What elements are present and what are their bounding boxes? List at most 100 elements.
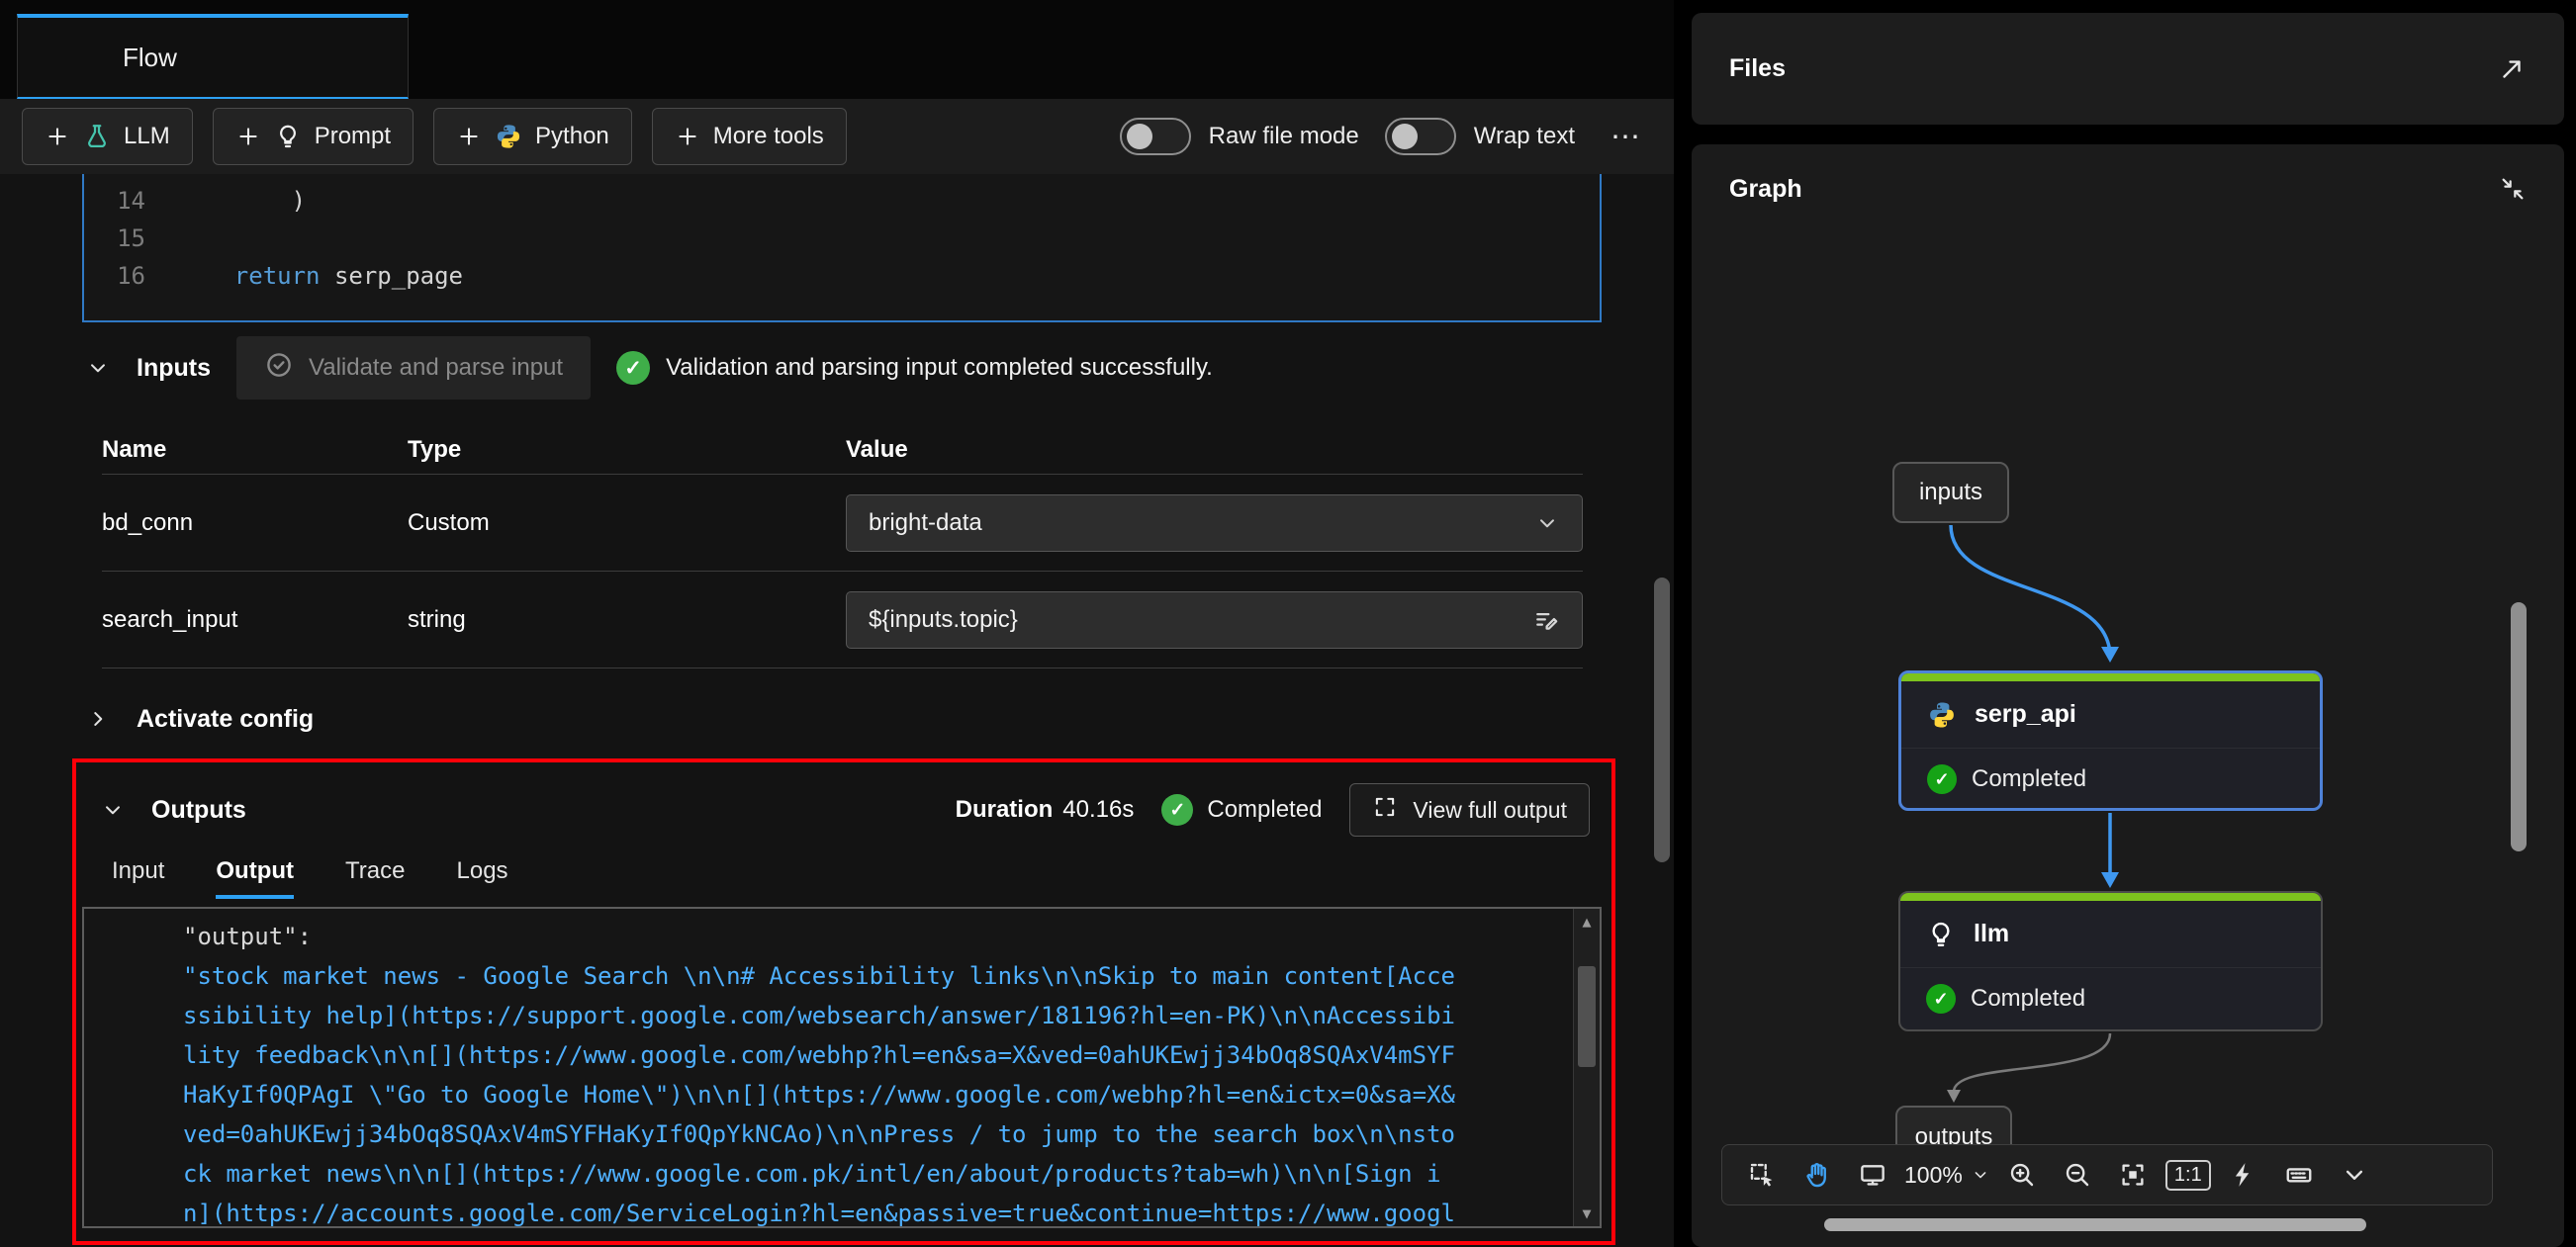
add-llm-button[interactable]: LLM — [22, 108, 193, 165]
search-input-input[interactable]: ${inputs.topic} — [846, 591, 1583, 649]
more-options-button[interactable]: ⋯ — [1601, 120, 1652, 154]
output-line: HaKyIf0QPAgI \"Go to Google Home\")\n\n[… — [183, 1075, 1540, 1114]
actual-size-label: 1:1 — [2165, 1160, 2211, 1191]
node-status-text: Completed — [1972, 765, 2086, 793]
tab-logs[interactable]: Logs — [457, 857, 508, 899]
main-scrollbar-thumb[interactable] — [1654, 578, 1670, 862]
table-header: NameTypeValue — [102, 425, 1583, 475]
activate-config-chevron — [85, 706, 111, 732]
raw-file-mode-group: Raw file mode — [1120, 118, 1359, 155]
toggle-knob — [1127, 124, 1152, 149]
scroll-up-icon[interactable]: ▲ — [1574, 913, 1600, 931]
tab-flow-label: Flow — [123, 43, 177, 73]
node-label: llm — [1974, 920, 2009, 948]
code-line: 16 return serp_page — [84, 257, 1600, 295]
completed-check-icon: ✓ — [1161, 794, 1193, 826]
line-number: 14 — [84, 182, 177, 220]
graph-node-serp-api[interactable]: serp_api ✓ Completed — [1898, 670, 2323, 811]
row-type: string — [408, 606, 846, 634]
zoom-in-button[interactable] — [1998, 1151, 2046, 1199]
activate-config-header[interactable]: Activate config — [85, 690, 314, 748]
raw-file-mode-toggle[interactable] — [1120, 118, 1191, 155]
outputs-chevron[interactable] — [100, 797, 126, 823]
app-root: Flow LLM Prompt Python More tools Raw file … — [0, 0, 2576, 1247]
expand-panel-icon[interactable] — [2497, 54, 2527, 84]
box-select-tool-button[interactable] — [1738, 1151, 1786, 1199]
validate-parse-input-button[interactable]: Validate and parse input — [236, 336, 591, 400]
tab-flow[interactable]: Flow — [17, 14, 409, 99]
zoom-out-icon — [2063, 1160, 2092, 1190]
output-viewer[interactable]: "output":"stock market news - Google Sea… — [82, 907, 1602, 1228]
success-check-icon: ✓ — [616, 351, 650, 385]
keyboard-icon — [2284, 1160, 2314, 1190]
graph-node-inputs[interactable]: inputs — [1892, 462, 2009, 523]
tab-input[interactable]: Input — [112, 857, 164, 899]
add-python-button[interactable]: Python — [433, 108, 632, 165]
tab-trace[interactable]: Trace — [345, 857, 405, 899]
chevron-down-icon — [100, 797, 126, 823]
activate-config-title: Activate config — [137, 705, 314, 734]
hand-tool-button[interactable] — [1794, 1151, 1841, 1199]
node-status-row: ✓ Completed — [1901, 749, 2320, 810]
python-icon — [1927, 700, 1957, 730]
main-scrollbar[interactable] — [1650, 99, 1674, 1247]
files-panel: Files — [1692, 13, 2564, 125]
files-title: Files — [1729, 54, 1786, 83]
graph-horizontal-scrollbar[interactable] — [1824, 1218, 2366, 1231]
plus-icon — [45, 124, 70, 149]
graph-node-llm[interactable]: llm ✓Completed — [1898, 891, 2323, 1031]
toggle-knob — [1392, 124, 1418, 149]
wrap-text-toggle[interactable] — [1385, 118, 1456, 155]
graph-canvas[interactable]: inputsserp_api✓Completedllm✓Completedout… — [1692, 144, 2564, 1247]
add-prompt-button[interactable]: Prompt — [213, 108, 414, 165]
zoom-level-select-label: 100% — [1904, 1162, 1963, 1189]
add-more-tools-button[interactable]: More tools — [652, 108, 847, 165]
inputs-chevron[interactable] — [85, 355, 111, 381]
duration-label: Duration — [956, 796, 1054, 823]
scrollbar-thumb[interactable] — [1578, 966, 1596, 1067]
bd-conn-dropdown[interactable]: bright-data — [846, 494, 1583, 552]
node-status-row: ✓Completed — [1900, 968, 2321, 1029]
code-editor[interactable]: 14 )1516 return serp_page — [82, 174, 1602, 322]
present-mode-button[interactable] — [1849, 1151, 1896, 1199]
pen-lines-icon — [1532, 606, 1560, 634]
outputs-section-highlighted: Outputs Duration40.16s ✓ Completed View … — [72, 758, 1615, 1245]
scroll-down-icon[interactable]: ▼ — [1574, 1204, 1600, 1222]
row-name: bd_conn — [102, 509, 408, 537]
expand-corners-icon — [1372, 794, 1398, 826]
toolbar-right: Raw file mode Wrap text ⋯ — [1120, 118, 1652, 155]
actual-size-button[interactable]: 1:1 — [2164, 1151, 2212, 1199]
node-label: serp_api — [1975, 700, 2076, 729]
outputs-header: Outputs Duration40.16s ✓ Completed View … — [76, 778, 1611, 842]
column-header-value: Value — [846, 436, 1583, 464]
view-full-output-button[interactable]: View full output — [1349, 783, 1590, 837]
input-value: ${inputs.topic} — [869, 606, 1018, 634]
corners-icon — [1372, 794, 1398, 820]
code-line: 14 ) — [84, 182, 1600, 220]
zoom-level-select-button[interactable]: 100% — [1904, 1151, 1990, 1199]
minimap-toggle-button[interactable] — [2275, 1151, 2323, 1199]
plus-icon — [456, 124, 482, 149]
tab-output[interactable]: Output — [216, 857, 294, 899]
output-line: "output": — [183, 917, 1540, 956]
completed-check-icon: ✓ — [1927, 764, 1957, 794]
fit-view-button[interactable] — [2109, 1151, 2157, 1199]
output-line: ved=0ahUKEwjj34bOq8SQAxV4mSYFHaKyIf0QpYk… — [183, 1114, 1540, 1154]
output-scrollbar[interactable]: ▲ ▼ — [1573, 909, 1600, 1226]
zoom-out-button[interactable] — [2054, 1151, 2101, 1199]
auto-layout-button[interactable] — [2220, 1151, 2267, 1199]
graph-vertical-scrollbar[interactable] — [2511, 602, 2527, 851]
plus-icon — [235, 124, 261, 149]
run-status-text: Completed — [1207, 796, 1322, 824]
node-label: inputs — [1919, 479, 1982, 506]
toolbar-collapse-button[interactable] — [2331, 1151, 2378, 1199]
inputs-section-header: Inputs Validate and parse input ✓ Valida… — [85, 336, 1213, 400]
node-status-strip — [1900, 893, 2321, 901]
circle-check-icon — [264, 350, 294, 387]
bulb-icon — [1926, 920, 1956, 949]
row-type: Custom — [408, 509, 846, 537]
duration: Duration40.16s — [956, 796, 1135, 824]
button-label: LLM — [124, 123, 170, 150]
code-text: ) — [177, 182, 306, 220]
present-icon — [1858, 1160, 1887, 1190]
